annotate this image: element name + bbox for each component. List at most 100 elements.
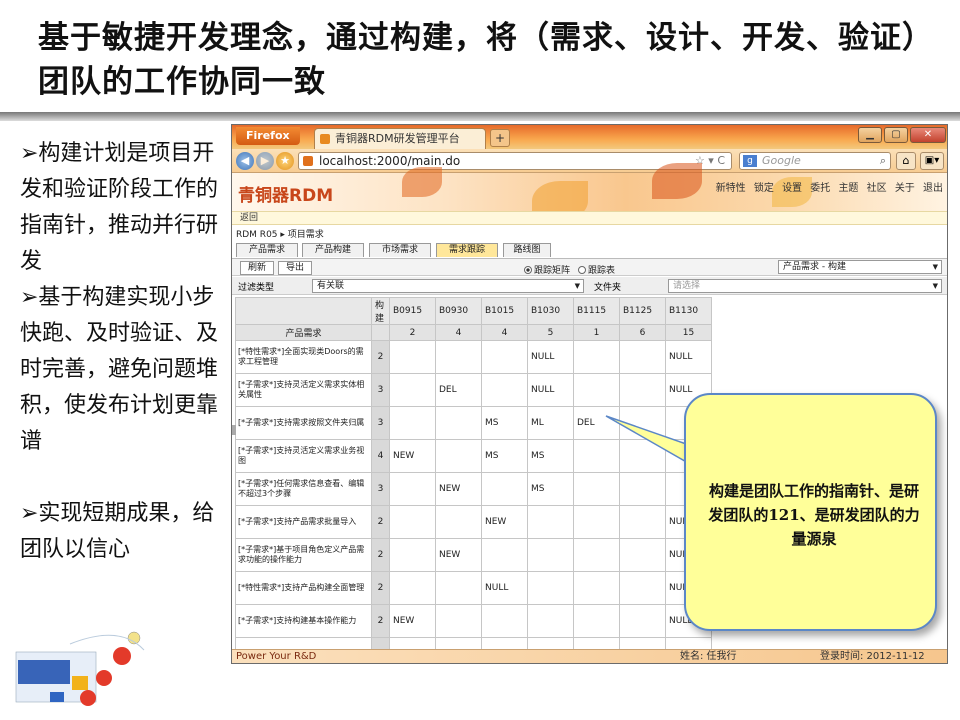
link-settings[interactable]: 设置 xyxy=(782,183,802,194)
status-cell[interactable]: MS xyxy=(481,439,528,473)
table-row[interactable]: [*特性需求*]全面实现类Doors的需求工程管理 2 NULL NULL xyxy=(235,340,712,374)
export-button[interactable]: 导出 xyxy=(278,261,312,275)
status-cell[interactable] xyxy=(389,571,436,605)
search-icon[interactable]: ⌕ xyxy=(880,153,886,169)
status-cell[interactable] xyxy=(389,340,436,374)
status-cell[interactable] xyxy=(573,373,620,407)
menu-icon[interactable]: ▣▾ xyxy=(920,152,944,170)
status-cell[interactable] xyxy=(527,604,574,638)
home-star-icon[interactable]: ★ xyxy=(276,152,294,170)
status-cell[interactable] xyxy=(481,538,528,572)
col-b1130[interactable]: B1130 xyxy=(665,297,712,325)
requirement-cell[interactable]: [*子需求*]任何需求信息查看、编辑不超过3个步骤 xyxy=(235,472,372,506)
table-row[interactable]: [*子需求*]基于项目角色定义产品需求功能的操作能力 2 NEW NULL xyxy=(235,538,712,572)
status-cell[interactable] xyxy=(389,373,436,407)
link-theme[interactable]: 主题 xyxy=(838,183,858,194)
status-cell[interactable]: NEW xyxy=(389,439,436,473)
link-community[interactable]: 社区 xyxy=(867,183,887,194)
browser-tab[interactable]: 青铜器RDM研发管理平台 xyxy=(314,128,486,149)
table-row[interactable]: [*特性需求*]支持产品构建全面管理 2 NULL NULL xyxy=(235,571,712,605)
status-cell[interactable] xyxy=(573,340,620,374)
link-lock[interactable]: 锁定 xyxy=(754,183,774,194)
tab-product-requirements[interactable]: 产品需求 xyxy=(236,243,298,257)
col-b1125[interactable]: B1125 xyxy=(619,297,666,325)
maximize-icon[interactable]: ▢ xyxy=(884,127,908,143)
refresh-button[interactable]: 刷新 xyxy=(240,261,274,275)
status-cell[interactable] xyxy=(435,439,482,473)
search-input[interactable]: g Google ⌕ xyxy=(739,152,891,170)
status-cell[interactable] xyxy=(527,538,574,572)
requirement-cell[interactable]: [*子需求*]支持产品需求批量导入 xyxy=(235,505,372,539)
radio-table[interactable]: 跟踪表 xyxy=(578,263,615,276)
radio-matrix[interactable]: 跟踪矩阵 xyxy=(524,263,570,276)
status-cell[interactable]: NEW xyxy=(481,505,528,539)
status-cell[interactable] xyxy=(619,505,666,539)
status-cell[interactable] xyxy=(573,538,620,572)
table-row[interactable]: [*子需求*]支持构建基本操作能力 2 NEW NULL xyxy=(235,604,712,638)
splitter-handle[interactable] xyxy=(232,425,236,435)
firefox-menu-button[interactable]: Firefox xyxy=(236,127,300,145)
status-cell[interactable] xyxy=(389,472,436,506)
status-cell[interactable] xyxy=(435,406,482,440)
col-b1115[interactable]: B1115 xyxy=(573,297,620,325)
status-cell[interactable] xyxy=(435,340,482,374)
col-b1015[interactable]: B1015 xyxy=(481,297,528,325)
tab-requirement-tracking[interactable]: 需求跟踪 xyxy=(436,243,498,257)
status-cell[interactable]: NEW xyxy=(389,604,436,638)
requirement-cell[interactable]: [*子需求*]基于项目角色定义产品需求功能的操作能力 xyxy=(235,538,372,572)
link-new-features[interactable]: 新特性 xyxy=(716,183,746,194)
tab-market-requirements[interactable]: 市场需求 xyxy=(369,243,431,257)
status-cell[interactable] xyxy=(573,472,620,506)
status-cell[interactable]: NULL xyxy=(481,571,528,605)
close-icon[interactable]: ✕ xyxy=(910,127,946,143)
status-cell[interactable] xyxy=(527,505,574,539)
requirement-cell[interactable]: [*子需求*]支持构建基本操作能力 xyxy=(235,604,372,638)
google-engine-icon[interactable]: g xyxy=(743,155,757,167)
back-arrow-icon[interactable]: ◀ xyxy=(236,152,254,170)
view-select[interactable]: 产品需求 - 构建 ▼ xyxy=(778,260,942,274)
requirement-cell[interactable]: [*特性需求*]支持产品构建全面管理 xyxy=(235,571,372,605)
status-cell[interactable] xyxy=(619,373,666,407)
status-cell[interactable] xyxy=(527,571,574,605)
status-cell[interactable]: NULL xyxy=(527,340,574,374)
status-cell[interactable] xyxy=(573,604,620,638)
status-cell[interactable]: MS xyxy=(527,439,574,473)
status-cell[interactable] xyxy=(619,604,666,638)
table-row[interactable]: [*子需求*]支持产品需求批量导入 2 NEW NULL xyxy=(235,505,712,539)
status-cell[interactable] xyxy=(619,571,666,605)
status-cell[interactable] xyxy=(389,406,436,440)
link-logout[interactable]: 退出 xyxy=(923,183,943,194)
status-cell[interactable] xyxy=(573,505,620,539)
status-cell[interactable] xyxy=(389,538,436,572)
requirement-cell[interactable]: [*子需求*]支持灵活定义需求实体相关属性 xyxy=(235,373,372,407)
requirement-cell[interactable]: [*子需求*]支持需求按照文件夹归属 xyxy=(235,406,372,440)
status-cell[interactable] xyxy=(619,340,666,374)
requirement-cell[interactable]: [*特性需求*]全面实现类Doors的需求工程管理 xyxy=(235,340,372,374)
tab-roadmap[interactable]: 路线图 xyxy=(503,243,551,257)
status-cell[interactable]: NEW xyxy=(435,538,482,572)
status-cell[interactable]: NULL xyxy=(527,373,574,407)
forward-arrow-icon[interactable]: ▶ xyxy=(256,152,274,170)
col-b0915[interactable]: B0915 xyxy=(389,297,436,325)
home-icon[interactable]: ⌂ xyxy=(896,152,916,170)
back-link[interactable]: 返回 xyxy=(240,213,258,223)
status-cell[interactable] xyxy=(435,604,482,638)
col-b0930[interactable]: B0930 xyxy=(435,297,482,325)
status-cell[interactable] xyxy=(481,373,528,407)
minimize-icon[interactable]: ▁ xyxy=(858,127,882,143)
status-cell[interactable] xyxy=(481,472,528,506)
status-cell[interactable] xyxy=(481,340,528,374)
status-cell[interactable]: NULL xyxy=(665,340,712,374)
status-cell[interactable] xyxy=(573,571,620,605)
link-delegate[interactable]: 委托 xyxy=(810,183,830,194)
link-about[interactable]: 关于 xyxy=(895,183,915,194)
status-cell[interactable] xyxy=(435,571,482,605)
status-cell[interactable] xyxy=(435,505,482,539)
filter-type-select[interactable]: 有关联 ▼ xyxy=(312,279,584,293)
table-row[interactable]: [*子需求*]支持灵活定义需求实体相关属性 3 DEL NULL NULL xyxy=(235,373,712,407)
status-cell[interactable]: MS xyxy=(481,406,528,440)
col-b1030[interactable]: B1030 xyxy=(527,297,574,325)
status-cell[interactable]: MS xyxy=(527,472,574,506)
new-tab-button[interactable]: + xyxy=(490,129,510,147)
status-cell[interactable]: NEW xyxy=(435,472,482,506)
